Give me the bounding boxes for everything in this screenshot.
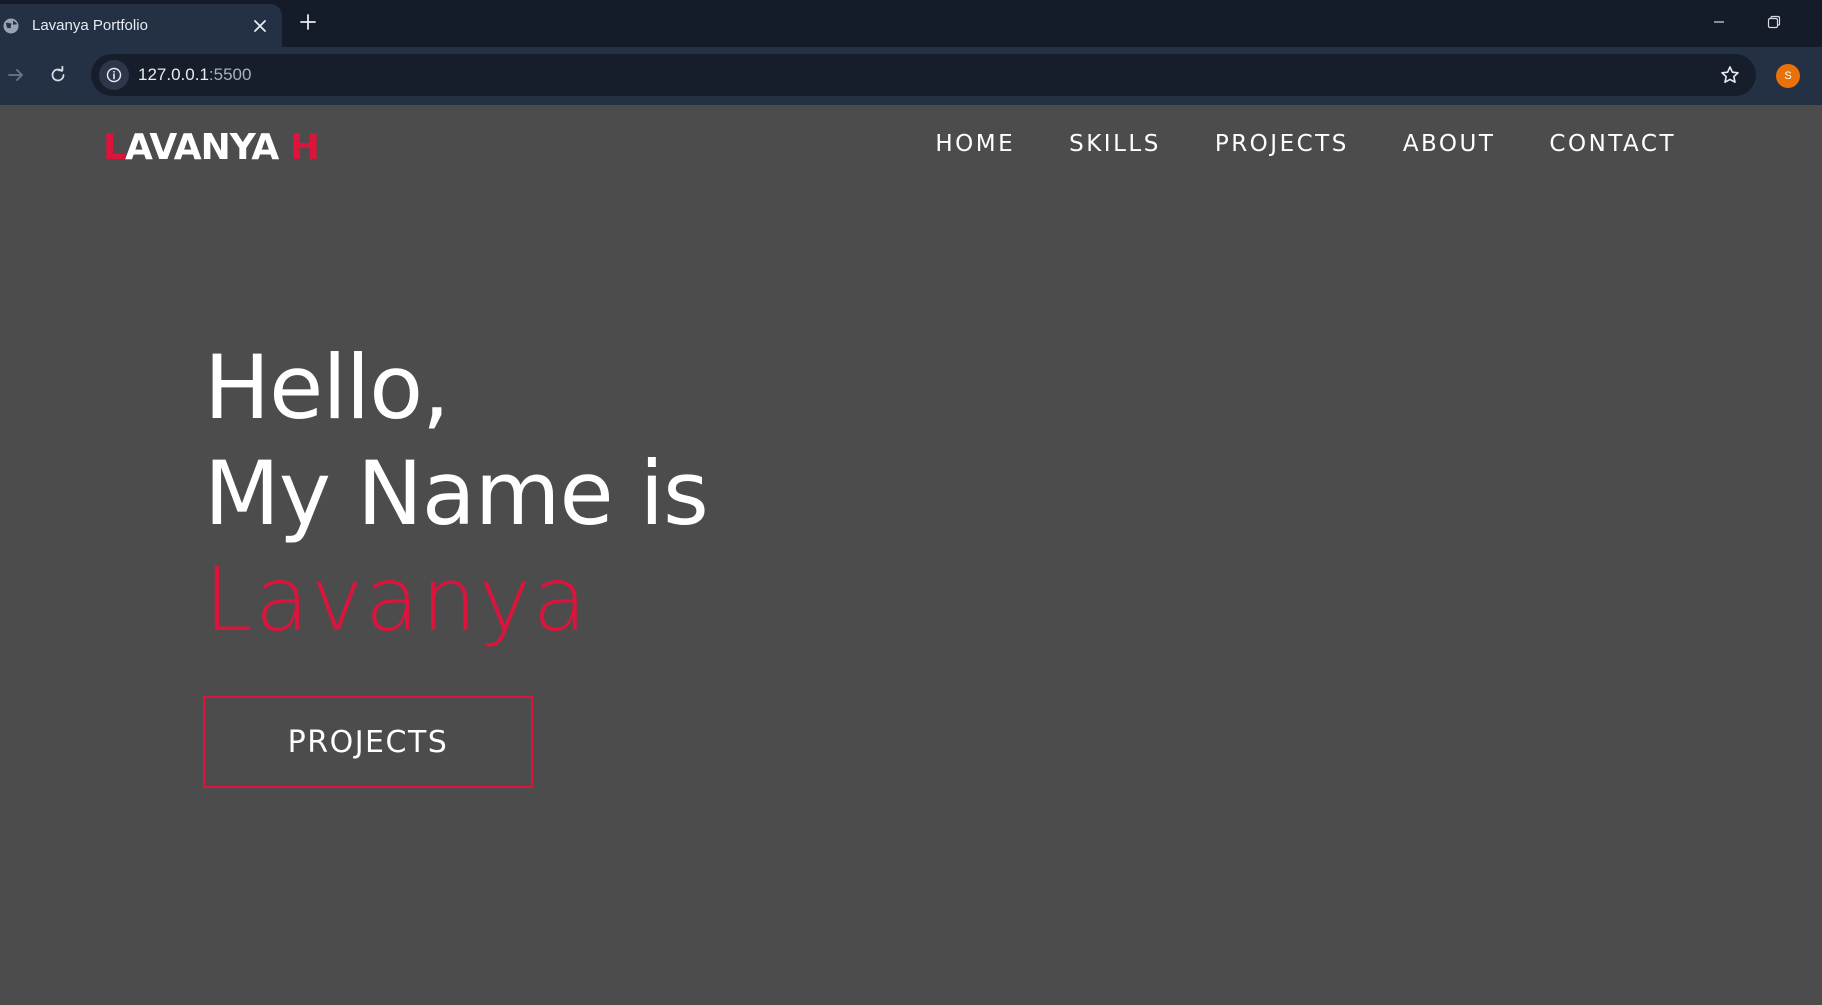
browser-chrome: Lavanya Portfolio 127.0.0.1:5500 S — [0, 0, 1822, 105]
logo-first-letter: L — [103, 127, 126, 168]
nav-link-contact[interactable]: CONTACT — [1549, 131, 1676, 157]
url-port: :5500 — [208, 65, 252, 84]
plus-icon[interactable] — [294, 8, 322, 36]
hero-greeting: Hello, — [204, 336, 450, 439]
browser-tab-active[interactable]: Lavanya Portfolio — [0, 4, 282, 47]
tab-strip: Lavanya Portfolio — [0, 0, 1822, 47]
globe-icon — [2, 17, 20, 35]
nav-link-home[interactable]: HOME — [935, 131, 1015, 157]
restore-icon[interactable] — [1752, 6, 1796, 38]
logo-middle: AVANYA — [124, 127, 290, 168]
url-text: 127.0.0.1:5500 — [138, 65, 251, 85]
tab-title: Lavanya Portfolio — [32, 17, 148, 34]
site-logo[interactable]: LAVANYA H — [103, 127, 320, 168]
hero-heading: Hello, My Name is Lavanya — [204, 335, 709, 653]
minimize-icon[interactable] — [1697, 6, 1741, 38]
nav-link-about[interactable]: ABOUT — [1403, 131, 1496, 157]
browser-toolbar: 127.0.0.1:5500 S — [0, 47, 1822, 105]
reload-icon[interactable] — [42, 59, 74, 91]
profile-avatar[interactable]: S — [1776, 64, 1800, 88]
address-bar[interactable]: 127.0.0.1:5500 — [91, 54, 1756, 96]
logo-last-letter: H — [289, 127, 320, 168]
hero-intro: My Name is — [204, 442, 709, 545]
url-host: 127.0.0.1 — [138, 65, 209, 84]
close-icon[interactable] — [248, 14, 272, 38]
portfolio-page: LAVANYA H HOME SKILLS PROJECTS ABOUT CON… — [0, 105, 1822, 1005]
forward-arrow-icon[interactable] — [0, 59, 32, 91]
nav-link-projects[interactable]: PROJECTS — [1215, 131, 1349, 157]
info-icon[interactable] — [99, 60, 129, 90]
star-icon[interactable] — [1718, 63, 1742, 87]
main-nav: HOME SKILLS PROJECTS ABOUT CONTACT — [935, 131, 1676, 157]
hero-name: Lavanya — [204, 548, 589, 651]
projects-button[interactable]: PROJECTS — [203, 696, 533, 788]
nav-link-skills[interactable]: SKILLS — [1069, 131, 1161, 157]
